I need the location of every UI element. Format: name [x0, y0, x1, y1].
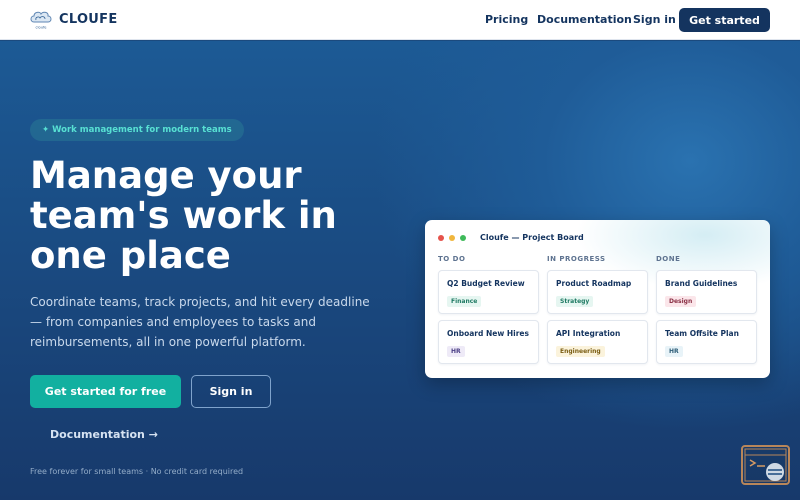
column-header-done: DONE	[656, 255, 681, 263]
task-card[interactable]: Team Offsite Plan HR	[656, 320, 757, 364]
maximize-dot-icon	[460, 235, 466, 241]
task-name: Onboard New Hires	[447, 329, 529, 338]
brand-name: CLOUFE	[59, 11, 118, 27]
task-name: Team Offsite Plan	[665, 329, 739, 338]
hero-headline: Manage your team's work in one place	[30, 156, 390, 276]
get-started-button[interactable]: Get started	[679, 8, 770, 32]
cloud-logo-icon: cloufe	[29, 8, 53, 30]
task-name: Brand Guidelines	[665, 279, 738, 288]
top-navbar: cloufe CLOUFE Pricing Documentation Sign…	[0, 0, 800, 40]
documentation-link[interactable]: Documentation →	[50, 428, 158, 441]
sign-in-button[interactable]: Sign in	[191, 375, 271, 408]
minimize-dot-icon	[449, 235, 455, 241]
board-title: Cloufe — Project Board	[480, 233, 584, 242]
close-dot-icon	[438, 235, 444, 241]
subtext-line: — from companies and employees to tasks …	[30, 315, 316, 329]
terminal-chat-icon	[744, 448, 787, 482]
task-name: Q2 Budget Review	[447, 279, 525, 288]
headline-line: one place	[30, 234, 231, 277]
headline-line: Manage your	[30, 154, 302, 197]
task-tag: Finance	[447, 296, 482, 307]
get-started-free-button[interactable]: Get started for free	[30, 375, 181, 408]
task-tag: Engineering	[556, 346, 605, 357]
task-card[interactable]: Q2 Budget Review Finance	[438, 270, 539, 314]
task-name: API Integration	[556, 329, 621, 338]
hero-subtext: Coordinate teams, track projects, and hi…	[30, 292, 370, 352]
nav-link-sign-in[interactable]: Sign in	[633, 13, 676, 26]
window-controls	[438, 235, 471, 241]
task-name: Product Roadmap	[556, 279, 632, 288]
footnote-text: Free forever for small teams · No credit…	[30, 467, 244, 476]
brand-logo[interactable]: cloufe CLOUFE	[29, 8, 118, 30]
project-board-preview: Cloufe — Project Board TO DO IN PROGRESS…	[425, 220, 770, 378]
task-tag: Design	[665, 296, 697, 307]
task-card[interactable]: Onboard New Hires HR	[438, 320, 539, 364]
logo-caption: cloufe	[36, 26, 48, 30]
task-card[interactable]: API Integration Engineering	[547, 320, 648, 364]
subtext-line: Coordinate teams, track projects, and hi…	[30, 295, 370, 309]
headline-line: team's work in	[30, 194, 337, 237]
task-card[interactable]: Product Roadmap Strategy	[547, 270, 648, 314]
subtext-line: reimbursements, all in one powerful plat…	[30, 335, 306, 349]
task-tag: HR	[447, 346, 465, 357]
chat-widget-button[interactable]	[741, 445, 790, 485]
nav-link-documentation[interactable]: Documentation	[537, 13, 632, 26]
task-card[interactable]: Brand Guidelines Design	[656, 270, 757, 314]
eyebrow-badge: ✦ Work management for modern teams	[30, 119, 244, 141]
nav-link-pricing[interactable]: Pricing	[485, 13, 528, 26]
task-tag: Strategy	[556, 296, 594, 307]
column-header-todo: TO DO	[438, 255, 466, 263]
column-header-in-progress: IN PROGRESS	[547, 255, 606, 263]
task-tag: HR	[665, 346, 683, 357]
